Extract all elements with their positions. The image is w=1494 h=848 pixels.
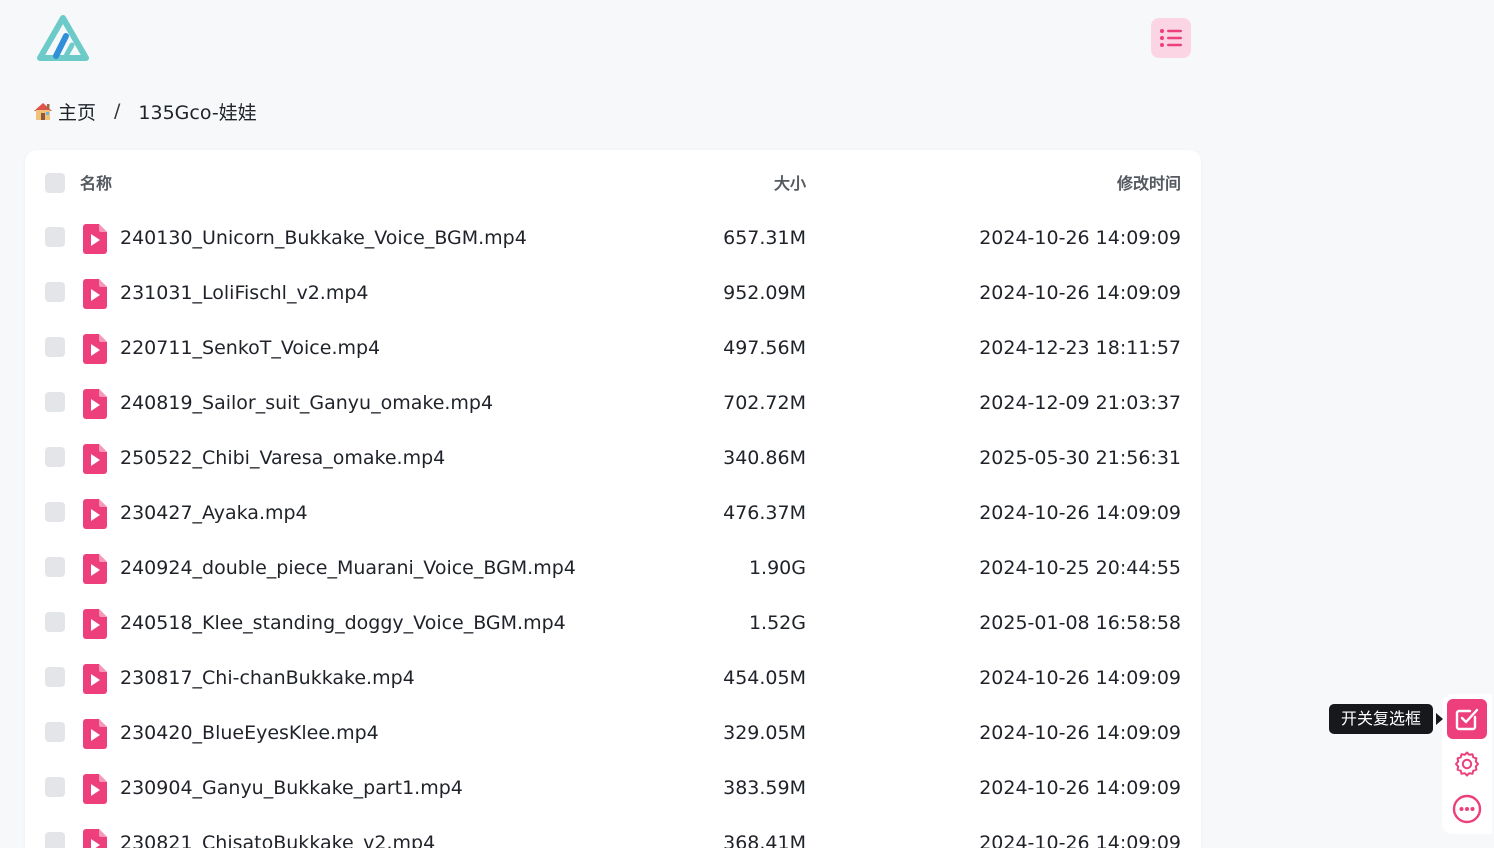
- file-name[interactable]: 250522_Chibi_Varesa_omake.mp4: [120, 445, 445, 472]
- file-size: 952.09M: [723, 282, 806, 304]
- video-file-icon: [83, 609, 107, 639]
- more-icon[interactable]: [1451, 793, 1483, 825]
- row-checkbox[interactable]: [45, 667, 65, 687]
- video-file-icon: [83, 499, 107, 529]
- file-modified-time: 2024-10-26 14:09:09: [979, 502, 1181, 524]
- video-file-icon: [83, 719, 107, 749]
- file-size: 368.41M: [723, 832, 806, 848]
- table-row[interactable]: 240924_double_piece_Muarani_Voice_BGM.mp…: [25, 541, 1201, 596]
- breadcrumb-separator: /: [114, 100, 121, 122]
- file-modified-time: 2024-10-26 14:09:09: [979, 667, 1181, 689]
- column-header-modified[interactable]: 修改时间: [1117, 170, 1181, 197]
- row-checkbox[interactable]: [45, 447, 65, 467]
- file-name[interactable]: 230420_BlueEyesKlee.mp4: [120, 720, 379, 747]
- file-size: 1.90G: [748, 557, 806, 579]
- file-modified-time: 2024-10-26 14:09:09: [979, 282, 1181, 304]
- file-name[interactable]: 230904_Ganyu_Bukkake_part1.mp4: [120, 775, 463, 802]
- checkbox-icon: [1455, 708, 1479, 731]
- file-size: 383.59M: [723, 777, 806, 799]
- file-name[interactable]: 240518_Klee_standing_doggy_Voice_BGM.mp4: [120, 610, 566, 637]
- file-name[interactable]: 230817_Chi-chanBukkake.mp4: [120, 665, 415, 692]
- file-name[interactable]: 230427_Ayaka.mp4: [120, 500, 308, 527]
- file-size: 657.31M: [723, 227, 806, 249]
- table-row[interactable]: 240130_Unicorn_Bukkake_Voice_BGM.mp4 657.…: [25, 211, 1201, 266]
- file-size: 702.72M: [723, 392, 806, 414]
- file-modified-time: 2024-10-26 14:09:09: [979, 722, 1181, 744]
- video-file-icon: [83, 829, 107, 848]
- file-modified-time: 2024-10-26 14:09:09: [979, 227, 1181, 249]
- breadcrumb-current[interactable]: 135Gco-娃娃: [138, 98, 256, 125]
- video-file-icon: [83, 554, 107, 584]
- row-checkbox[interactable]: [45, 832, 65, 848]
- file-size: 476.37M: [723, 502, 806, 524]
- file-name[interactable]: 240130_Unicorn_Bukkake_Voice_BGM.mp4: [120, 225, 527, 252]
- breadcrumb: 主页 / 135Gco-娃娃: [32, 98, 257, 124]
- row-checkbox[interactable]: [45, 502, 65, 522]
- video-file-icon: [83, 444, 107, 474]
- table-row[interactable]: 230427_Ayaka.mp4 476.37M 2024-10-26 14:09:…: [25, 486, 1201, 541]
- column-header-size[interactable]: 大小: [774, 170, 806, 197]
- table-row[interactable]: 230904_Ganyu_Bukkake_part1.mp4 383.59M 202…: [25, 761, 1201, 816]
- table-row[interactable]: 230821_ChisatoBukkake_v2.mp4 368.41M 2024-…: [25, 816, 1201, 848]
- file-modified-time: 2025-01-08 16:58:58: [979, 612, 1181, 634]
- logo-icon[interactable]: [36, 14, 90, 62]
- gear-icon[interactable]: [1453, 750, 1481, 778]
- table-header: 名称 大小 修改时间: [25, 156, 1201, 211]
- video-file-icon: [83, 279, 107, 309]
- file-modified-time: 2024-10-26 14:09:09: [979, 777, 1181, 799]
- file-name[interactable]: 240924_double_piece_Muarani_Voice_BGM.mp…: [120, 555, 576, 582]
- column-header-name[interactable]: 名称: [80, 170, 112, 197]
- table-row[interactable]: 230817_Chi-chanBukkake.mp4 454.05M 2024-10…: [25, 651, 1201, 706]
- video-file-icon: [83, 224, 107, 254]
- video-file-icon: [83, 334, 107, 364]
- file-name[interactable]: 230821_ChisatoBukkake_v2.mp4: [120, 830, 435, 848]
- row-checkbox[interactable]: [45, 392, 65, 412]
- toggle-checkbox-tooltip: 开关复选框: [1329, 704, 1434, 734]
- row-checkbox[interactable]: [45, 557, 65, 577]
- row-checkbox[interactable]: [45, 337, 65, 357]
- row-checkbox[interactable]: [45, 722, 65, 742]
- file-name[interactable]: 240819_Sailor_suit_Ganyu_omake.mp4: [120, 390, 493, 417]
- file-name[interactable]: 231031_LoliFischl_v2.mp4: [120, 280, 368, 307]
- file-size: 497.56M: [723, 337, 806, 359]
- row-checkbox[interactable]: [45, 282, 65, 302]
- table-row[interactable]: 231031_LoliFischl_v2.mp4 952.09M 2024-10-2…: [25, 266, 1201, 321]
- table-row[interactable]: 240518_Klee_standing_doggy_Voice_BGM.mp4…: [25, 596, 1201, 651]
- file-list-panel: 名称 大小 修改时间 240130_Unicorn_Bukkake_Voice_…: [25, 150, 1201, 848]
- select-all-checkbox[interactable]: [45, 173, 65, 193]
- row-checkbox[interactable]: [45, 227, 65, 247]
- video-file-icon: [83, 389, 107, 419]
- row-checkbox[interactable]: [45, 777, 65, 797]
- file-modified-time: 2024-10-25 20:44:55: [979, 557, 1181, 579]
- table-row[interactable]: 250522_Chibi_Varesa_omake.mp4 340.86M 2025…: [25, 431, 1201, 486]
- file-name[interactable]: 220711_SenkoT_Voice.mp4: [120, 335, 380, 362]
- breadcrumb-home-link[interactable]: 主页: [58, 98, 96, 125]
- file-modified-time: 2025-05-30 21:56:31: [979, 447, 1181, 469]
- tooltip-arrow: [1436, 713, 1443, 725]
- house-icon: [34, 103, 52, 120]
- list-menu-button[interactable]: [1151, 18, 1191, 58]
- toggle-checkbox-button[interactable]: [1447, 699, 1487, 739]
- file-size: 329.05M: [723, 722, 806, 744]
- file-modified-time: 2024-10-26 14:09:09: [979, 832, 1181, 848]
- table-row[interactable]: 240819_Sailor_suit_Ganyu_omake.mp4 702.72…: [25, 376, 1201, 431]
- file-modified-time: 2024-12-23 18:11:57: [979, 337, 1181, 359]
- table-row[interactable]: 220711_SenkoT_Voice.mp4 497.56M 2024-12-23…: [25, 321, 1201, 376]
- file-size: 454.05M: [723, 667, 806, 689]
- file-size: 1.52G: [748, 612, 806, 634]
- video-file-icon: [83, 664, 107, 694]
- file-modified-time: 2024-12-09 21:03:37: [979, 392, 1181, 414]
- list-icon: [1160, 29, 1182, 47]
- row-checkbox[interactable]: [45, 612, 65, 632]
- table-row[interactable]: 230420_BlueEyesKlee.mp4 329.05M 2024-10-26…: [25, 706, 1201, 761]
- file-size: 340.86M: [723, 447, 806, 469]
- video-file-icon: [83, 774, 107, 804]
